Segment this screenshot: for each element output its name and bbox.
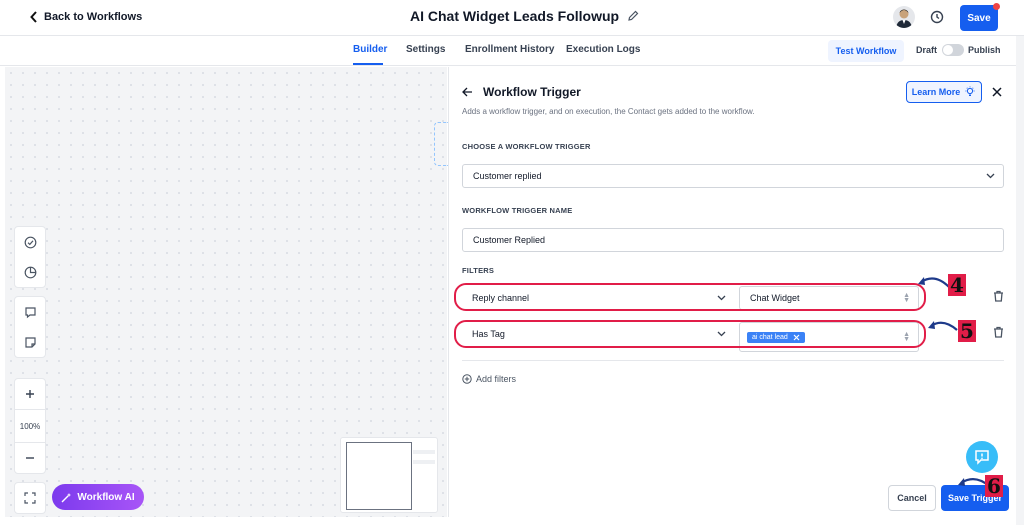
pencil-edit-icon[interactable] — [627, 10, 639, 22]
tab-enrollment-history[interactable]: Enrollment History — [465, 44, 554, 55]
back-to-workflows-link[interactable]: Back to Workflows — [30, 11, 142, 23]
trash-icon[interactable] — [993, 290, 1004, 302]
minus-icon — [26, 457, 34, 459]
avatar-image — [896, 9, 912, 28]
fit-view-group — [14, 482, 46, 514]
filters-label: FILTERS — [462, 266, 495, 275]
draft-label: Draft — [916, 45, 938, 55]
save-button[interactable]: Save — [960, 5, 998, 31]
canvas-tools-group — [14, 226, 46, 288]
choose-trigger-label: CHOOSE A WORKFLOW TRIGGER — [462, 142, 591, 151]
zoom-level: 100% — [15, 409, 45, 443]
arrow-left-icon[interactable] — [462, 87, 473, 97]
chevron-left-icon — [30, 11, 37, 23]
user-avatar[interactable] — [893, 6, 915, 28]
fit-view-button[interactable] — [15, 483, 45, 513]
publish-label: Publish — [968, 45, 1001, 55]
chat-icon — [975, 450, 989, 465]
zoom-controls: 100% — [14, 378, 46, 474]
annotation-highlight-5 — [454, 320, 926, 348]
workflow-title-text: AI Chat Widget Leads Followup — [410, 8, 620, 24]
workflow-nav: Builder Settings Enrollment History Exec… — [0, 36, 1024, 66]
expand-icon — [24, 492, 36, 504]
zoom-in-button[interactable] — [15, 379, 45, 409]
support-chat-bubble[interactable] — [966, 441, 998, 473]
panel-subtitle: Adds a workflow trigger, and on executio… — [462, 107, 755, 116]
lightbulb-icon — [965, 86, 975, 96]
comment-tool[interactable] — [15, 297, 45, 327]
cancel-button[interactable]: Cancel — [888, 485, 936, 511]
check-circle-icon — [24, 236, 36, 248]
pie-chart-tool[interactable] — [15, 257, 45, 287]
active-tab-underline — [353, 63, 383, 65]
learn-more-button[interactable]: Learn More — [906, 81, 982, 103]
sticky-note-tool[interactable] — [15, 327, 45, 357]
annotation-highlight-4 — [454, 283, 926, 311]
trigger-name-value: Customer Replied — [473, 235, 546, 245]
step-number-6: 6 — [985, 474, 1003, 498]
tab-settings[interactable]: Settings — [406, 44, 445, 55]
pie-chart-icon — [24, 266, 36, 278]
add-filters-button[interactable]: Add filters — [462, 374, 516, 384]
trigger-name-input[interactable]: Customer Replied — [462, 228, 1004, 252]
learn-more-label: Learn More — [911, 87, 961, 97]
close-panel-icon[interactable] — [992, 87, 1002, 97]
trash-icon[interactable] — [993, 326, 1004, 338]
plus-circle-icon — [462, 374, 472, 384]
add-filters-label: Add filters — [476, 374, 517, 384]
trigger-name-label: WORKFLOW TRIGGER NAME — [462, 206, 573, 215]
top-bar: Back to Workflows AI Chat Widget Leads F… — [0, 0, 1024, 36]
trigger-node-placeholder[interactable] — [434, 122, 448, 166]
trigger-select-value: Customer replied — [473, 171, 542, 181]
toggle-knob — [943, 45, 953, 55]
annotation-arrow-5 — [928, 321, 958, 331]
annotation-arrow-4 — [918, 277, 950, 288]
minimap-node — [413, 450, 435, 454]
tab-builder[interactable]: Builder — [353, 44, 387, 55]
minimap-node — [413, 460, 435, 464]
publish-toggle[interactable] — [942, 44, 964, 56]
comment-icon — [24, 306, 36, 318]
plus-icon — [26, 390, 34, 398]
test-workflow-button[interactable]: Test Workflow — [828, 40, 904, 62]
workflow-title: AI Chat Widget Leads Followup — [410, 8, 639, 24]
step-number-5: 5 — [958, 319, 976, 343]
back-label: Back to Workflows — [44, 11, 143, 23]
panel-header: Workflow Trigger — [462, 85, 581, 99]
minimap-viewport — [346, 442, 412, 510]
workflow-ai-label: Workflow AI — [77, 491, 135, 503]
sticky-note-icon — [24, 336, 36, 348]
history-clock-icon[interactable] — [930, 10, 944, 24]
step-number-4: 4 — [948, 273, 966, 297]
panel-title: Workflow Trigger — [483, 85, 581, 99]
workflow-ai-button[interactable]: Workflow AI — [52, 484, 144, 510]
chevron-down-icon — [986, 173, 995, 179]
tab-execution-logs[interactable]: Execution Logs — [566, 44, 640, 55]
trigger-select[interactable]: Customer replied — [462, 164, 1004, 188]
canvas-notes-group — [14, 296, 46, 358]
magic-wand-icon — [61, 492, 72, 502]
zoom-out-button[interactable] — [15, 443, 45, 473]
filters-divider — [462, 360, 1004, 361]
canvas-minimap[interactable] — [340, 437, 438, 513]
check-circle-tool[interactable] — [15, 227, 45, 257]
unsaved-indicator-dot — [993, 3, 1000, 10]
page-scrollbar[interactable] — [1016, 36, 1024, 525]
